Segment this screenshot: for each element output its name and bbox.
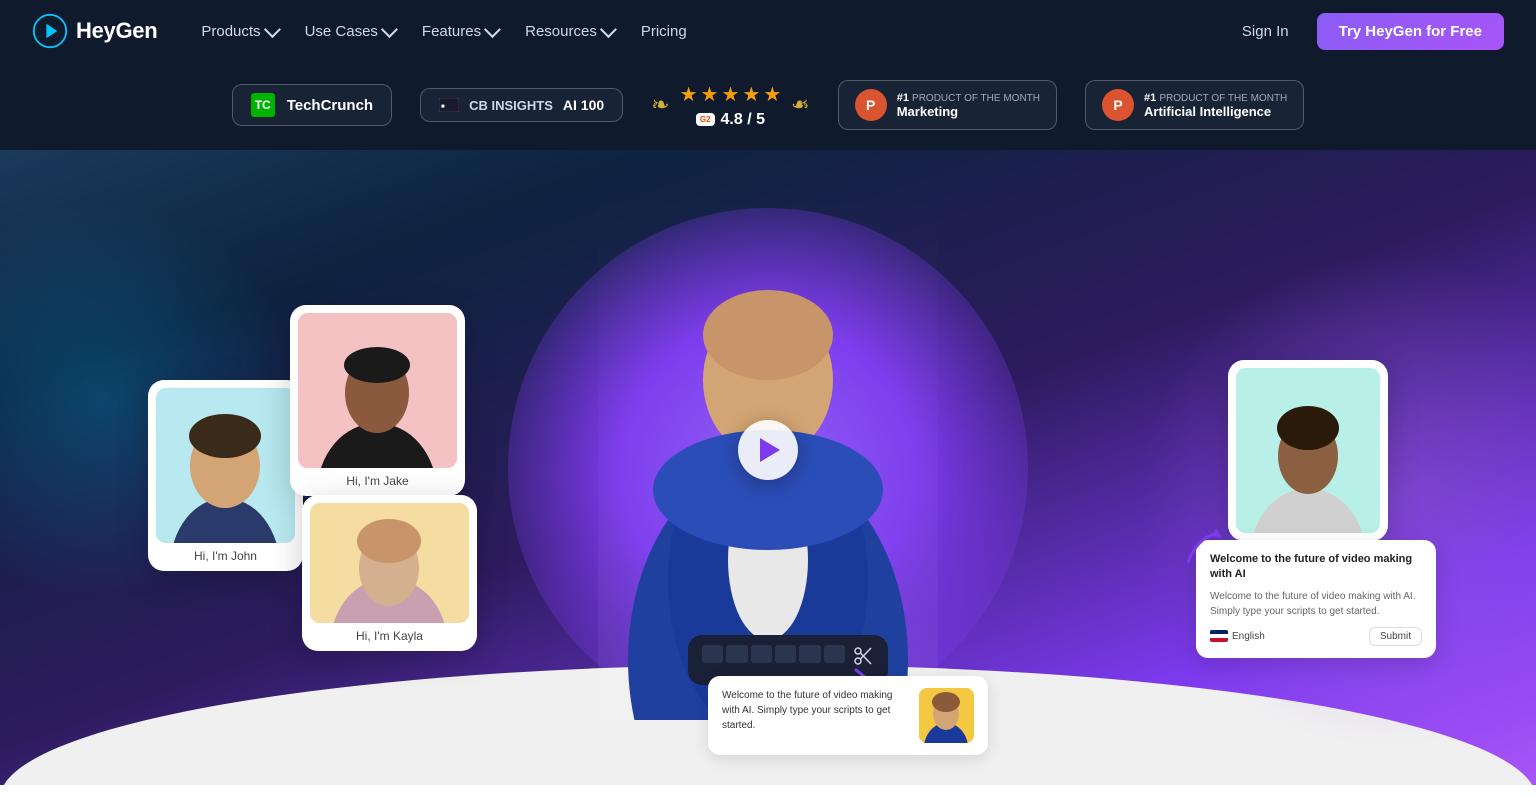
- nav-products[interactable]: Products: [189, 17, 288, 46]
- language-selector[interactable]: English: [1210, 630, 1265, 642]
- right-avatar-image: [1236, 368, 1380, 533]
- avatar-card-jake[interactable]: Hi, I'm Jake: [290, 305, 465, 496]
- jake-label: Hi, I'm Jake: [298, 474, 457, 488]
- film-cell: [751, 645, 772, 663]
- card-text-footer: English Submit: [1210, 627, 1422, 646]
- scissors-icon: [852, 645, 874, 667]
- laurel-right-icon: ❧: [791, 92, 809, 118]
- kayla-label: Hi, I'm Kayla: [310, 629, 469, 643]
- nav-pricing[interactable]: Pricing: [629, 17, 699, 46]
- submit-button[interactable]: Submit: [1369, 627, 1422, 646]
- john-avatar-image: [156, 388, 295, 543]
- nav-resources[interactable]: Resources: [513, 17, 625, 46]
- nav-features[interactable]: Features: [410, 17, 509, 46]
- star-icon: ★: [701, 82, 719, 107]
- filmstrip: [702, 645, 874, 667]
- film-cell: [824, 645, 845, 663]
- g2-rating: 4.8 / 5: [721, 111, 765, 129]
- card-bottom-text: Welcome to the future of video making wi…: [708, 676, 988, 755]
- use-cases-chevron-icon: [381, 21, 398, 38]
- card-text-right: Welcome to the future of video making wi…: [1196, 540, 1436, 658]
- navbar-nav: Products Use Cases Features Resources Pr…: [189, 17, 1230, 46]
- card-text-body: Welcome to the future of video making wi…: [1210, 589, 1422, 619]
- kayla-avatar-image: [310, 503, 469, 623]
- film-cell: [799, 645, 820, 663]
- techcrunch-icon: TC: [251, 93, 275, 117]
- avatar-card-right[interactable]: [1228, 360, 1388, 541]
- logo[interactable]: HeyGen: [32, 13, 157, 49]
- producthunt-icon-2: P: [1102, 89, 1134, 121]
- star-icon: ★: [763, 82, 781, 107]
- nav-use-cases[interactable]: Use Cases: [293, 17, 406, 46]
- techcrunch-label: TechCrunch: [287, 97, 373, 114]
- techcrunch-badge: TC TechCrunch: [232, 84, 392, 126]
- avatar-card-john[interactable]: Hi, I'm John: [148, 380, 303, 571]
- play-button[interactable]: [738, 420, 798, 480]
- producthunt-icon: P: [855, 89, 887, 121]
- card-text-title: Welcome to the future of video making wi…: [1210, 552, 1422, 583]
- flag-icon: [1210, 630, 1228, 642]
- bottom-card-title: Welcome to the future of video making wi…: [722, 688, 909, 733]
- film-cell: [726, 645, 747, 663]
- navbar: HeyGen Products Use Cases Features Resou…: [0, 0, 1536, 62]
- features-chevron-icon: [484, 21, 501, 38]
- g2-stars-badge: ❧ ★ ★ ★ ★ ★ G2 4.8 / 5 ❧: [651, 82, 810, 129]
- star-icon: ★: [721, 82, 739, 107]
- stars-row: ★ ★ ★ ★ ★: [680, 82, 782, 107]
- badge-text-ai: #1 PRODUCT OF THE MONTH Artificial Intel…: [1144, 92, 1287, 119]
- cbinsights-badge: ■ CB INSIGHTS AI 100: [420, 88, 623, 122]
- product-month-ai-badge: P #1 PRODUCT OF THE MONTH Artificial Int…: [1085, 80, 1304, 130]
- g2-badge: G2: [696, 113, 715, 127]
- play-triangle-icon: [760, 438, 780, 462]
- logo-text: HeyGen: [76, 18, 157, 44]
- star-icon: ★: [680, 82, 698, 107]
- navbar-actions: Sign In Try HeyGen for Free: [1230, 13, 1504, 50]
- product-month-marketing-badge: P #1 PRODUCT OF THE MONTH Marketing: [838, 80, 1057, 130]
- resources-chevron-icon: [600, 21, 617, 38]
- try-free-button[interactable]: Try HeyGen for Free: [1317, 13, 1504, 50]
- film-cell: [702, 645, 723, 663]
- heygen-logo-icon: [32, 13, 68, 49]
- avatar-card-kayla[interactable]: Hi, I'm Kayla: [302, 495, 477, 651]
- cbinsights-icon: ■: [439, 98, 459, 112]
- language-label: English: [1232, 631, 1265, 642]
- john-label: Hi, I'm John: [156, 549, 295, 563]
- laurel-left-icon: ❧: [651, 92, 669, 118]
- jake-avatar-image: [298, 313, 457, 468]
- products-chevron-icon: [263, 21, 280, 38]
- sign-in-button[interactable]: Sign In: [1230, 17, 1301, 46]
- arrow-decoration: [1178, 522, 1228, 577]
- svg-text:■: ■: [441, 104, 445, 110]
- badge-text-marketing: #1 PRODUCT OF THE MONTH Marketing: [897, 92, 1040, 119]
- bottom-card-content: Welcome to the future of video making wi…: [722, 688, 909, 743]
- hero-section: Hi, I'm John Hi, I'm Jake: [0, 150, 1536, 785]
- awards-bar: TC TechCrunch ■ CB INSIGHTS AI 100 ❧ ★ ★…: [0, 62, 1536, 150]
- film-cell: [775, 645, 796, 663]
- star-icon: ★: [742, 82, 760, 107]
- bottom-card-avatar-thumb: [919, 688, 974, 743]
